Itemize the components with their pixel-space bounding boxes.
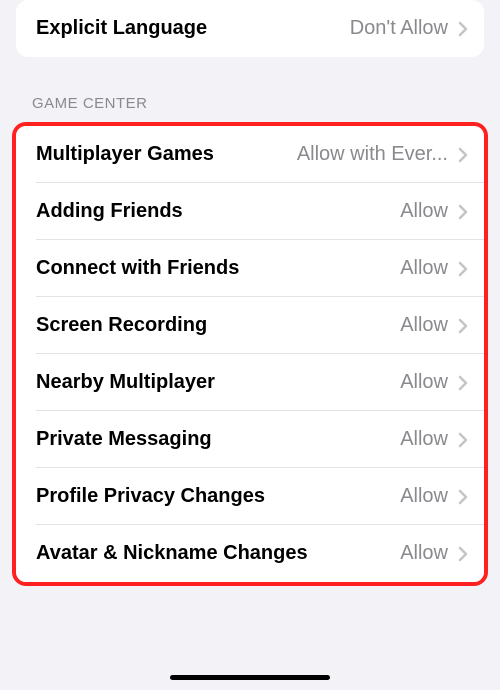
row-nearby-multiplayer[interactable]: Nearby Multiplayer Allow [16, 354, 484, 411]
row-label: Adding Friends [36, 200, 183, 223]
row-screen-recording[interactable]: Screen Recording Allow [16, 297, 484, 354]
highlight-game-center: Multiplayer Games Allow with Ever... Add… [12, 122, 488, 586]
row-label: Connect with Friends [36, 257, 239, 280]
row-private-messaging[interactable]: Private Messaging Allow [16, 411, 484, 468]
chevron-right-icon [458, 432, 468, 448]
row-multiplayer-games[interactable]: Multiplayer Games Allow with Ever... [16, 126, 484, 183]
chevron-right-icon [458, 318, 468, 334]
row-connect-with-friends[interactable]: Connect with Friends Allow [16, 240, 484, 297]
chevron-right-icon [458, 489, 468, 505]
chevron-right-icon [458, 375, 468, 391]
row-label: Screen Recording [36, 314, 207, 337]
row-label: Private Messaging [36, 428, 212, 451]
row-label: Multiplayer Games [36, 143, 214, 166]
row-value: Allow [239, 257, 448, 280]
row-value: Allow [265, 485, 448, 508]
home-indicator[interactable] [170, 675, 330, 680]
row-value: Don't Allow [207, 17, 448, 40]
row-value: Allow [308, 542, 448, 565]
row-value: Allow with Ever... [214, 143, 448, 166]
section-header-game-center: Game Center [0, 57, 500, 122]
row-value: Allow [212, 428, 448, 451]
chevron-right-icon [458, 546, 468, 562]
row-profile-privacy-changes[interactable]: Profile Privacy Changes Allow [16, 468, 484, 525]
chevron-right-icon [458, 204, 468, 220]
chevron-right-icon [458, 147, 468, 163]
row-label: Explicit Language [36, 17, 207, 40]
game-center-group: Multiplayer Games Allow with Ever... Add… [16, 126, 484, 582]
row-avatar-nickname-changes[interactable]: Avatar & Nickname Changes Allow [16, 525, 484, 582]
row-value: Allow [215, 371, 448, 394]
row-value: Allow [207, 314, 448, 337]
row-adding-friends[interactable]: Adding Friends Allow [16, 183, 484, 240]
row-explicit-language[interactable]: Explicit Language Don't Allow [16, 0, 484, 57]
row-value: Allow [183, 200, 448, 223]
row-label: Avatar & Nickname Changes [36, 542, 308, 565]
row-label: Profile Privacy Changes [36, 485, 265, 508]
top-settings-group: Explicit Language Don't Allow [16, 0, 484, 57]
chevron-right-icon [458, 261, 468, 277]
chevron-right-icon [458, 21, 468, 37]
row-label: Nearby Multiplayer [36, 371, 215, 394]
